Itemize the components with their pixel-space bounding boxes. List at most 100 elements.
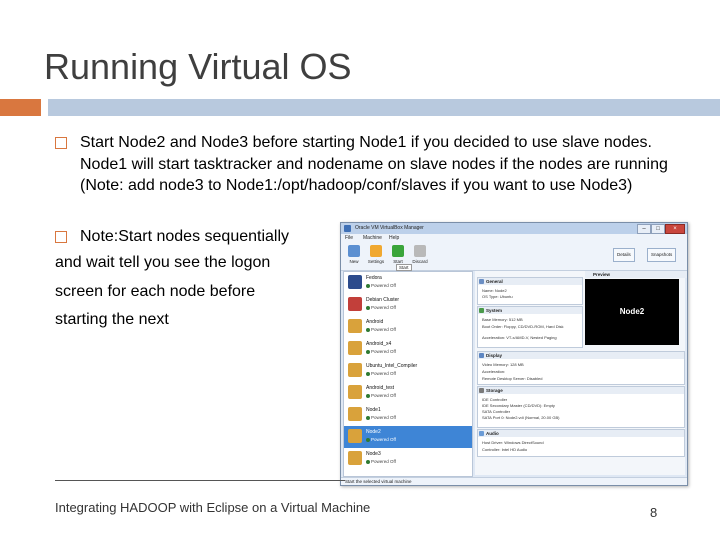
start-tooltip: Start [396,264,412,271]
preview-title: Preview [593,272,611,277]
vm-item-android[interactable]: Android Powered Off [344,316,472,338]
vm-state: Powered Off [366,437,396,442]
powered-off-icon [366,305,370,310]
vm-name: Android_test [366,385,395,391]
storage-sata: SATA Controller [482,409,511,414]
linux-os-icon [348,319,362,333]
storage-pane: Storage IDE Controller IDE Secondary Mas… [477,386,685,428]
bullet-continuation-1: and wait tell you see the logon [55,254,271,271]
vm-item-android-test[interactable]: Android_test Powered Off [344,382,472,404]
powered-off-icon [366,283,370,288]
vm-state-text: Powered Off [371,437,396,442]
new-button[interactable]: New [343,245,365,264]
disk-icon [479,388,484,393]
system-boot: Boot Order: Floppy, CD/DVD-ROM, Hard Dis… [482,324,564,329]
minimize-button[interactable]: – [637,224,651,234]
system-chip-icon [479,308,484,313]
storage-ide-device: IDE Secondary Master (CD/DVD): Empty [482,403,555,408]
speaker-icon [479,431,484,436]
powered-off-icon [366,415,370,420]
bullet-square-icon [55,137,67,149]
vm-state-text: Powered Off [371,349,396,354]
menu-help[interactable]: Help [389,235,399,241]
vm-state: Powered Off [366,459,396,464]
window-title: Oracle VM VirtualBox Manager [355,225,424,231]
vm-state-text: Powered Off [371,371,396,376]
storage-sata-port: SATA Port 0: Node2.vdi (Normal, 20.00 GB… [482,415,560,420]
close-button[interactable]: × [665,224,685,234]
vm-name: Android [366,319,384,325]
menu-bar: File Machine Help [341,234,687,242]
linux-os-icon [348,363,362,377]
vm-state: Powered Off [366,349,396,354]
debian-os-icon [348,297,362,311]
general-header[interactable]: General [478,278,582,285]
powered-off-icon [366,459,370,464]
system-accel: Acceleration: VT-x/AMD-V, Nested Paging [482,335,557,340]
bullet-continuation-2: screen for each node before [55,283,256,300]
virtualbox-icon [344,225,351,232]
display-rdp: Remote Desktop Server: Disabled [482,376,543,381]
maximize-button[interactable]: □ [651,224,665,234]
snapshots-button[interactable]: Snapshots [647,248,677,262]
linux-os-icon [348,385,362,399]
vm-item-debian-cluster[interactable]: Debian Cluster Powered Off [344,294,472,316]
system-memory: Base Memory: 512 MB [482,317,523,322]
bullet-text: Start Node2 and Node3 before starting No… [80,134,668,194]
display-header[interactable]: Display [478,352,684,359]
audio-pane: Audio Host Driver: Windows DirectSound C… [477,429,685,457]
powered-off-icon [366,349,370,354]
vm-item-ubuntu-intel-compiler[interactable]: Ubuntu_Intel_Compiler Powered Off [344,360,472,382]
slide-title: Running Virtual OS [44,46,352,87]
preview-label: Node2 [619,307,645,316]
preview-pane: Preview Node2 [585,271,687,345]
audio-header[interactable]: Audio [478,430,684,437]
vm-item-android-x4[interactable]: Android_x4 Powered Off [344,338,472,360]
vm-list: Fedora Powered Off Debian Cluster Powere… [343,271,473,477]
vm-name: Node3 [366,451,381,457]
bullet-text: Note:Start nodes sequentially [80,228,290,245]
preview-header[interactable]: Preview [585,271,687,278]
linux-os-icon [348,429,362,443]
storage-header[interactable]: Storage [478,387,684,394]
details-panel: General Name: Node2 OS Type: Ubuntu Syst… [475,271,687,475]
display-pane: Display Video Memory: 128 MB Acceleratio… [477,351,685,385]
virtualbox-manager-window: Oracle VM VirtualBox Manager – □ × File … [340,222,688,486]
settings-button[interactable]: Settings [365,245,387,264]
monitor-icon [479,353,484,358]
linux-os-icon [348,451,362,465]
start-button[interactable]: Start [387,245,409,264]
footer-text: Integrating HADOOP with Eclipse on a Vir… [55,500,371,515]
status-bar: Start the selected virtual machine [341,477,687,485]
details-button[interactable]: Details [613,248,635,262]
vm-state-text: Powered Off [371,415,396,420]
vm-item-fedora[interactable]: Fedora Powered Off [344,272,472,294]
bullet-continuation-3: starting the next [55,311,169,328]
title-underline-bar [48,99,720,116]
vm-state: Powered Off [366,305,396,310]
page-number: 8 [650,505,658,520]
bullet-square-icon [55,231,67,243]
vm-item-node1[interactable]: Node1 Powered Off [344,404,472,426]
new-label: New [349,259,359,264]
discard-button[interactable]: Discard [409,245,431,264]
audio-title: Audio [486,431,499,436]
menu-file[interactable]: File [345,235,353,241]
general-icon [479,279,484,284]
powered-off-icon [366,327,370,332]
vm-name: Android_x4 [366,341,392,347]
vm-item-node2[interactable]: Node2 Powered Off [344,426,472,448]
vm-state-text: Powered Off [371,305,396,310]
general-name: Name: Node2 [482,288,507,293]
powered-off-icon [366,437,370,442]
menu-machine[interactable]: Machine [363,235,382,241]
bullet-start-nodes: Start Node2 and Node3 before starting No… [55,132,680,197]
vm-state: Powered Off [366,327,396,332]
system-header[interactable]: System [478,307,582,314]
start-arrow-icon [392,245,404,257]
storage-title: Storage [486,388,503,393]
vm-item-node3[interactable]: Node3 Powered Off [344,448,472,470]
display-accel: Acceleration: [482,369,506,374]
linux-os-icon [348,341,362,355]
toolbar: New Settings Start Discard Start Details… [341,242,687,271]
